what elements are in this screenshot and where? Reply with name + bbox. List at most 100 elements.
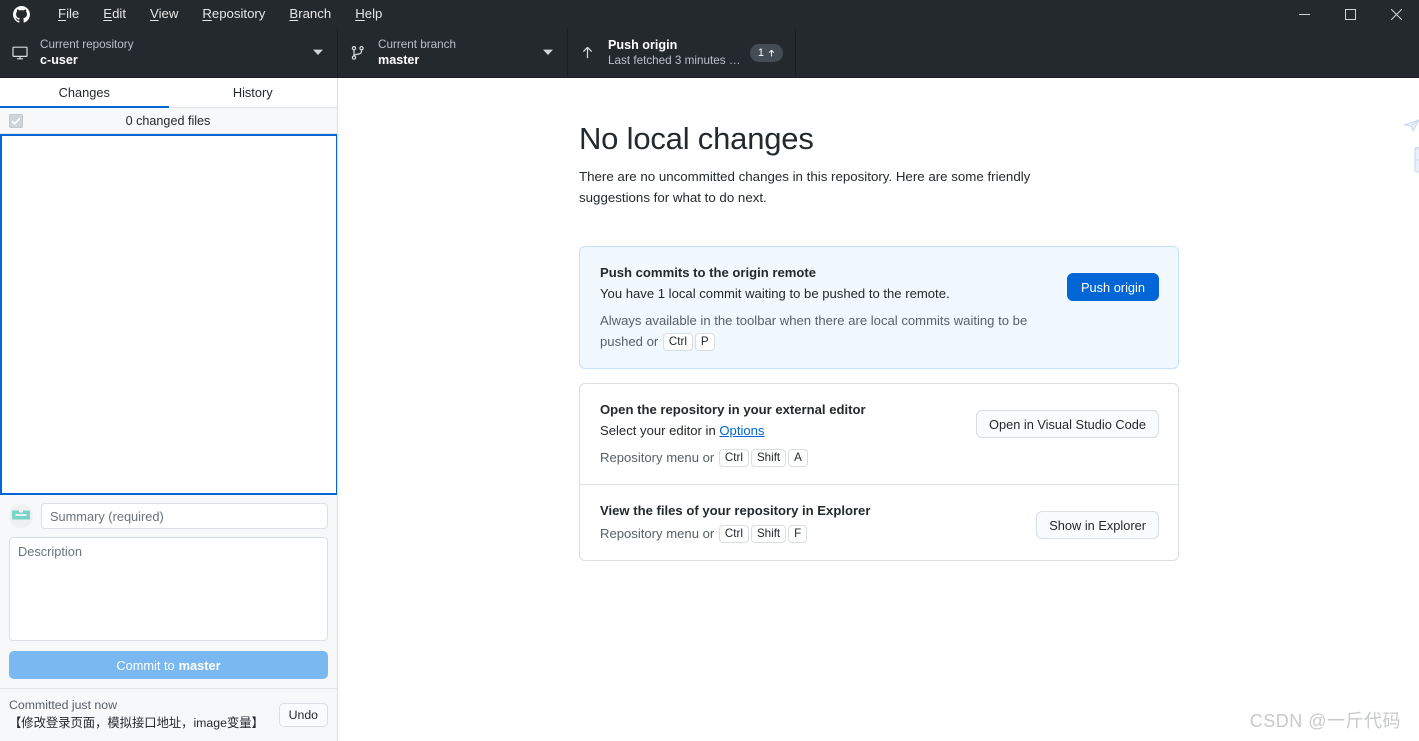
arrow-up-icon bbox=[768, 49, 775, 56]
changed-files-count: 0 changed files bbox=[125, 113, 211, 128]
current-branch-button[interactable]: Current branch master bbox=[338, 28, 568, 77]
commit-button-prefix: Commit to bbox=[116, 657, 175, 673]
card-open-editor-row: Open the repository in your external edi… bbox=[580, 384, 1178, 484]
github-mark-icon bbox=[7, 5, 35, 23]
open-in-editor-button[interactable]: Open in Visual Studio Code bbox=[976, 410, 1159, 438]
kbd-p: P bbox=[694, 333, 715, 351]
undo-status: Committed just now bbox=[9, 698, 117, 712]
push-ahead-badge: 1 bbox=[749, 43, 783, 62]
menu-help[interactable]: Help bbox=[343, 0, 394, 28]
card-show-explorer-row: View the files of your repository in Exp… bbox=[580, 484, 1178, 560]
repository-desktop-icon bbox=[12, 45, 38, 61]
current-repository-button[interactable]: Current repository c-user bbox=[0, 28, 338, 77]
commit-summary-input[interactable] bbox=[41, 503, 328, 529]
card-open-editor-hint: Repository menu or Ctrl Shift A bbox=[600, 447, 964, 468]
github-desktop-window: File Edit View Repository Branch Help Cu… bbox=[0, 0, 1419, 741]
menu-repository-accel: R bbox=[202, 6, 212, 21]
menu-file[interactable]: File bbox=[46, 0, 91, 28]
changes-sidebar: Changes History 0 changed files Summary … bbox=[0, 78, 338, 741]
card-open-editor-desc-text: Select your editor in bbox=[600, 423, 720, 438]
page-blurb: There are no uncommitted changes in this… bbox=[579, 169, 1031, 205]
commit-button-branch: master bbox=[178, 657, 221, 673]
chevron-down-icon bbox=[313, 48, 325, 58]
undo-commit-bar: Committed just now 【修改登录页面，模拟接口地址，image变… bbox=[0, 688, 337, 741]
content-area: Changes History 0 changed files Summary … bbox=[0, 78, 1419, 741]
commit-description-input[interactable] bbox=[9, 537, 328, 641]
changed-files-list[interactable] bbox=[0, 134, 337, 495]
menu-branch-rest: ranch bbox=[298, 6, 332, 21]
menu-bar: File Edit View Repository Branch Help bbox=[46, 0, 394, 28]
current-repository-value: c-user bbox=[40, 53, 78, 67]
kbd-shift: Shift bbox=[750, 449, 787, 467]
menu-edit-rest: dit bbox=[112, 6, 126, 21]
push-origin-card-button[interactable]: Push origin bbox=[1066, 273, 1159, 301]
menu-edit-accel: E bbox=[103, 6, 113, 21]
menu-repository-rest: epository bbox=[211, 6, 266, 21]
close-icon[interactable] bbox=[1373, 0, 1419, 28]
card-push-commits-title: Push commits to the origin remote bbox=[600, 265, 817, 280]
csdn-watermark: CSDN @一斤代码 bbox=[1249, 711, 1401, 731]
git-branch-icon bbox=[350, 45, 376, 61]
identicon-pattern bbox=[12, 510, 30, 520]
menu-help-accel: H bbox=[355, 6, 365, 21]
push-origin-subtitle: Last fetched 3 minutes a... bbox=[608, 54, 744, 67]
menu-edit[interactable]: Edit bbox=[91, 0, 138, 28]
push-origin-button[interactable]: Push origin Last fetched 3 minutes a... … bbox=[568, 28, 796, 77]
current-branch-value: master bbox=[378, 53, 420, 67]
check-icon bbox=[11, 117, 21, 125]
kbd-ctrl: Ctrl bbox=[718, 449, 749, 467]
push-origin-title: Push origin bbox=[608, 38, 678, 52]
menu-help-rest: elp bbox=[364, 6, 383, 21]
menu-file-accel: F bbox=[58, 6, 67, 21]
card-open-editor-desc: Select your editor in Options bbox=[600, 421, 964, 441]
title-bar: File Edit View Repository Branch Help bbox=[0, 0, 1419, 28]
commit-to-branch-button[interactable]: Commit to master bbox=[9, 651, 328, 679]
main-toolbar: Current repository c-user Current branch… bbox=[0, 28, 1419, 78]
card-show-explorer-title: View the files of your repository in Exp… bbox=[600, 503, 871, 518]
card-push-commits-desc: You have 1 local commit waiting to be pu… bbox=[600, 286, 950, 301]
card-push-commits: Push commits to the origin remote You ha… bbox=[579, 246, 1179, 369]
push-ahead-count: 1 bbox=[757, 46, 764, 59]
menu-view[interactable]: View bbox=[138, 0, 190, 28]
commit-form: Commit to master bbox=[0, 495, 337, 679]
undo-commit-text: Committed just now 【修改登录页面，模拟接口地址，image变… bbox=[9, 697, 271, 732]
card-open-editor-title: Open the repository in your external edi… bbox=[600, 402, 866, 417]
maximize-icon[interactable] bbox=[1327, 0, 1373, 28]
sidebar-tabs: Changes History bbox=[0, 78, 337, 108]
kbd-ctrl: Ctrl bbox=[718, 525, 749, 543]
kbd-a: A bbox=[788, 449, 808, 467]
menu-file-rest: ile bbox=[66, 6, 80, 21]
menu-repository[interactable]: Repository bbox=[190, 0, 277, 28]
minimize-icon[interactable] bbox=[1281, 0, 1327, 28]
options-link[interactable]: Options bbox=[719, 423, 764, 438]
undo-commit-message: 【修改登录页面，模拟接口地址，image变量】 bbox=[9, 716, 264, 730]
tab-history[interactable]: History bbox=[168, 78, 337, 107]
user-identicon-avatar bbox=[9, 504, 33, 528]
menu-branch[interactable]: Branch bbox=[277, 0, 343, 28]
no-changes-pane: No local changes There are no uncommitte… bbox=[338, 78, 1419, 741]
kbd-ctrl: Ctrl bbox=[662, 333, 693, 351]
suggestion-cards: Push commits to the origin remote You ha… bbox=[579, 246, 1179, 561]
commit-summary-row bbox=[9, 503, 328, 529]
tab-history-label: History bbox=[232, 85, 273, 100]
page-title: No local changes bbox=[579, 121, 814, 156]
window-controls bbox=[1281, 0, 1419, 28]
kbd-f: F bbox=[788, 525, 808, 543]
chevron-down-icon bbox=[543, 48, 555, 58]
boxes-paper-planes-illustration bbox=[1399, 83, 1419, 183]
arrow-up-icon bbox=[580, 45, 606, 60]
menu-branch-accel: B bbox=[289, 6, 299, 21]
undo-button[interactable]: Undo bbox=[278, 702, 328, 727]
kbd-shift: Shift bbox=[750, 525, 787, 543]
card-group-editor-explorer: Open the repository in your external edi… bbox=[579, 383, 1179, 561]
changed-files-bar: 0 changed files bbox=[0, 108, 337, 134]
card-open-editor-hint-text: Repository menu or bbox=[600, 450, 718, 465]
show-in-explorer-button[interactable]: Show in Explorer bbox=[1036, 511, 1159, 539]
card-show-explorer-hint: Repository menu or Ctrl Shift F bbox=[600, 523, 1024, 544]
current-repository-label: Current repository bbox=[40, 38, 134, 51]
menu-view-rest: iew bbox=[158, 6, 179, 21]
select-all-checkbox[interactable] bbox=[9, 113, 23, 128]
current-branch-label: Current branch bbox=[378, 38, 456, 51]
card-show-explorer-hint-text: Repository menu or bbox=[600, 526, 718, 541]
tab-changes[interactable]: Changes bbox=[0, 78, 169, 108]
